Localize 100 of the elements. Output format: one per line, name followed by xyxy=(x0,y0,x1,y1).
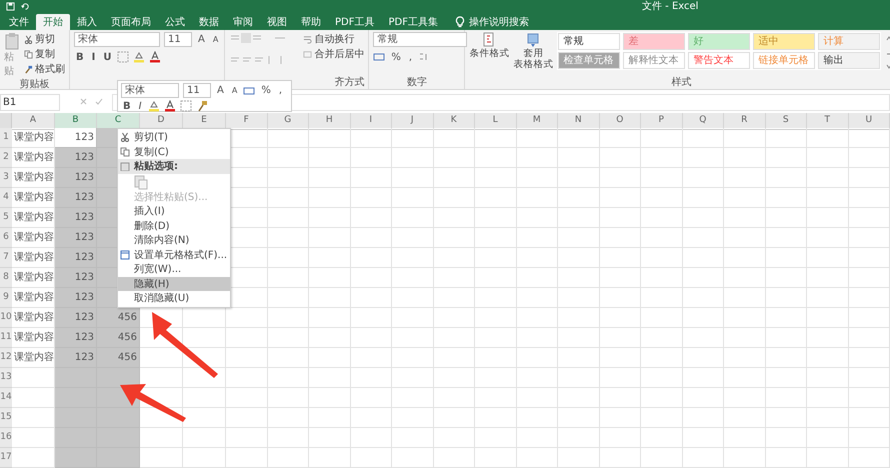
column-header[interactable]: J xyxy=(392,113,434,130)
ribbon-tab[interactable]: 文件 xyxy=(2,13,36,30)
ribbon-tab[interactable]: 开始 xyxy=(36,14,70,30)
row-header[interactable]: 7 xyxy=(0,248,12,268)
shrink-font-button[interactable]: A xyxy=(230,86,240,95)
row-header[interactable]: 17 xyxy=(0,448,12,468)
name-box[interactable]: B1 xyxy=(0,94,60,110)
row-header[interactable]: 2 xyxy=(0,148,12,168)
ribbon-tab[interactable]: 数据 xyxy=(192,13,226,30)
font-name-dropdown[interactable]: 宋体 xyxy=(121,83,179,98)
ribbon-tab[interactable]: 页面布局 xyxy=(104,13,158,30)
column-header[interactable]: I xyxy=(350,113,392,130)
row-header[interactable]: 4 xyxy=(0,188,12,208)
ribbon-tab[interactable]: 帮助 xyxy=(294,13,328,30)
font-color-icon[interactable] xyxy=(149,51,162,63)
shrink-font-button[interactable]: A xyxy=(210,35,220,44)
row-header[interactable]: 10 xyxy=(0,308,12,328)
save-icon[interactable] xyxy=(6,2,15,11)
number-format-button[interactable]: , xyxy=(276,85,284,96)
cell-style-swatch[interactable]: 解释性文本 xyxy=(623,52,686,69)
paste-option-icon[interactable] xyxy=(134,174,148,190)
column-header[interactable]: H xyxy=(309,113,350,130)
cell xyxy=(350,128,392,148)
row-header[interactable]: 8 xyxy=(0,268,12,288)
column-header[interactable]: U xyxy=(848,113,890,130)
column-header[interactable]: S xyxy=(766,113,807,130)
menu-item[interactable]: 取消隐藏(U) xyxy=(118,291,230,306)
column-header[interactable]: K xyxy=(434,113,475,130)
menu-item[interactable]: 清除内容(N) xyxy=(118,233,230,248)
ribbon-tab[interactable]: PDF工具集 xyxy=(381,13,445,30)
font-color-icon[interactable] xyxy=(164,100,176,112)
format-painter-icon[interactable] xyxy=(196,100,208,112)
row-header[interactable]: 12 xyxy=(0,348,12,368)
font-style-button[interactable]: I xyxy=(90,52,98,62)
ribbon-tab[interactable]: 插入 xyxy=(70,13,104,30)
ribbon-tab[interactable]: 公式 xyxy=(158,13,192,30)
search-link[interactable]: 操作说明搜索 xyxy=(468,14,529,28)
row-header[interactable]: 3 xyxy=(0,168,12,188)
cell-style-swatch[interactable]: 常规 xyxy=(558,33,620,50)
font-style-button[interactable]: B xyxy=(74,52,86,62)
column-header[interactable]: L xyxy=(475,113,516,130)
row-header[interactable]: 9 xyxy=(0,288,12,308)
menu-item[interactable]: 隐藏(H) xyxy=(118,276,230,291)
row-header[interactable]: 13 xyxy=(0,368,12,388)
number-format-button[interactable]: % xyxy=(389,52,403,62)
fill-color-icon[interactable] xyxy=(148,100,160,112)
number-format-button[interactable]: , xyxy=(406,52,414,62)
column-header[interactable]: R xyxy=(724,113,766,130)
row-header[interactable]: 14 xyxy=(0,388,12,408)
cell xyxy=(807,288,848,308)
currency-icon[interactable] xyxy=(373,51,386,63)
font-size-dropdown[interactable]: 11 xyxy=(164,32,192,47)
menu-item[interactable]: 复制(C) xyxy=(118,144,230,159)
grow-font-button[interactable]: A xyxy=(196,34,207,45)
column-header[interactable]: O xyxy=(600,113,641,130)
cell-style-swatch[interactable]: 输出 xyxy=(818,52,880,69)
font-name-dropdown[interactable]: 宋体 xyxy=(74,32,160,47)
font-size-dropdown[interactable]: 11 xyxy=(183,83,211,98)
row-header[interactable]: 11 xyxy=(0,328,12,348)
row-header[interactable]: 1 xyxy=(0,128,12,148)
cut-button[interactable]: 剪切 xyxy=(24,32,65,46)
menu-item[interactable]: 列宽(W)... xyxy=(118,262,230,276)
font-style-button[interactable]: I xyxy=(136,100,144,112)
column-header[interactable]: N xyxy=(558,113,600,130)
cell xyxy=(392,188,434,208)
cell-style-swatch[interactable]: 警告文本 xyxy=(688,52,750,69)
ribbon-tab[interactable]: PDF工具 xyxy=(328,13,382,30)
border-icon[interactable] xyxy=(117,51,130,63)
cell xyxy=(516,208,558,228)
number-format-dropdown[interactable]: 常规 xyxy=(373,32,468,47)
number-format-button[interactable]: % xyxy=(259,85,273,96)
copy-button[interactable]: 复制 xyxy=(24,47,65,61)
conditional-format-button[interactable]: 条件格式 xyxy=(469,32,510,59)
menu-item[interactable]: 设置单元格格式(F)... xyxy=(118,248,230,262)
undo-icon[interactable] xyxy=(21,2,30,11)
row-header[interactable]: 5 xyxy=(0,208,12,228)
merge-center-button[interactable]: 合并后居中 xyxy=(303,47,364,61)
column-header[interactable]: Q xyxy=(682,113,724,130)
column-header[interactable]: P xyxy=(641,113,682,130)
fill-color-icon[interactable] xyxy=(133,51,146,63)
row-header[interactable]: 6 xyxy=(0,228,12,248)
currency-icon[interactable] xyxy=(243,84,256,96)
format-painter-button[interactable]: 格式刷 xyxy=(24,62,65,76)
ribbon-tab[interactable]: 视图 xyxy=(260,13,294,30)
cell xyxy=(807,408,848,428)
cell xyxy=(516,168,558,188)
ribbon-tab[interactable]: 审阅 xyxy=(226,13,260,30)
row-header[interactable]: 16 xyxy=(0,428,12,448)
format-as-table-button[interactable]: 套用 表格格式 xyxy=(513,32,554,70)
column-header[interactable]: T xyxy=(807,113,848,130)
menu-item[interactable]: 剪切(T) xyxy=(118,130,230,144)
wrap-text-button[interactable]: 自动换行 xyxy=(303,32,364,46)
column-header[interactable]: M xyxy=(516,113,558,130)
menu-item[interactable]: 删除(D) xyxy=(118,218,230,233)
grow-font-button[interactable]: A xyxy=(215,85,226,96)
menu-item[interactable]: 插入(I) xyxy=(118,204,230,218)
font-style-button[interactable]: U xyxy=(101,52,114,62)
column-header[interactable]: G xyxy=(268,113,309,130)
font-style-button[interactable]: B xyxy=(121,100,133,112)
row-header[interactable]: 15 xyxy=(0,408,12,428)
